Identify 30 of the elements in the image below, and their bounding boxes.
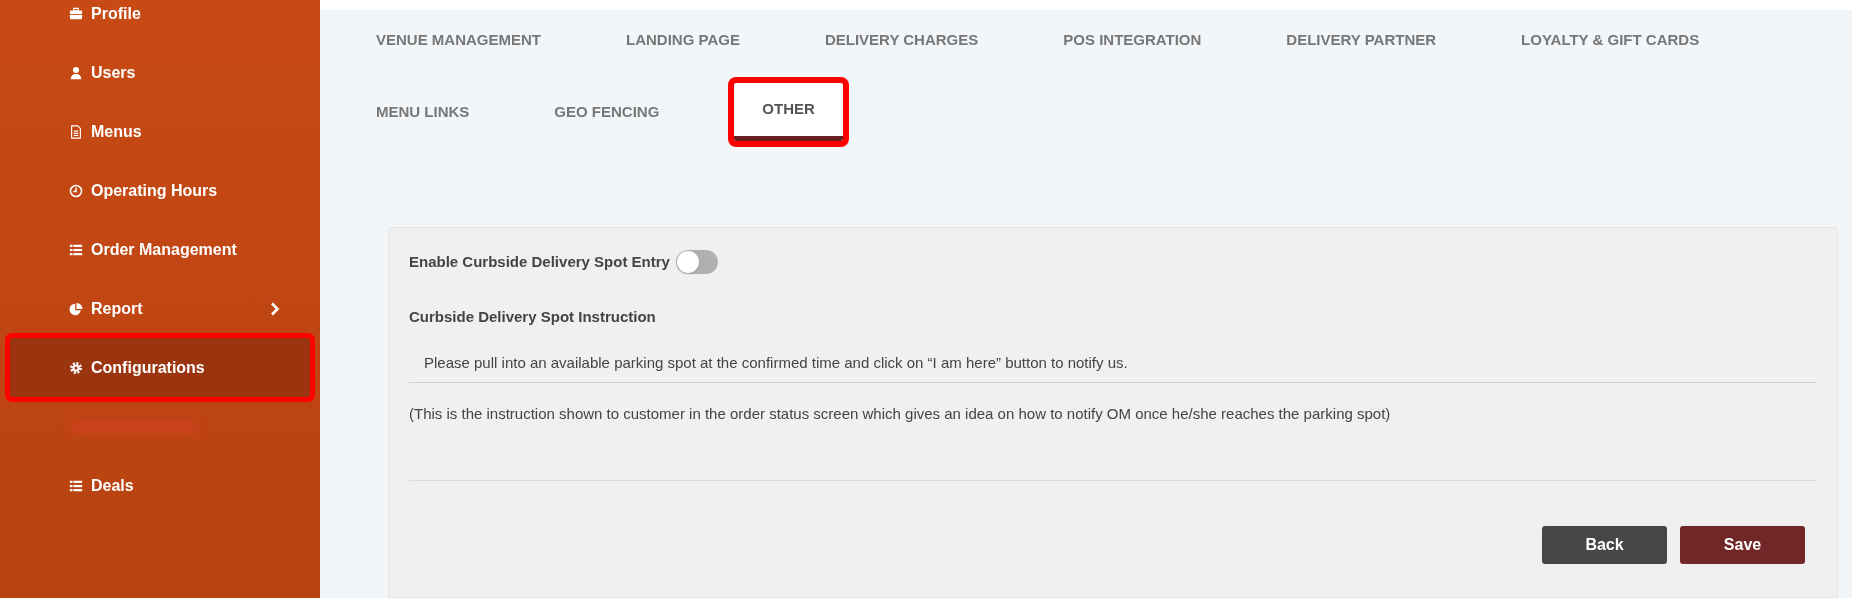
- user-icon: [69, 65, 83, 80]
- sidebar-item[interactable]: Order Management: [10, 220, 310, 279]
- tab[interactable]: LANDING PAGE: [616, 11, 815, 69]
- sidebar-item[interactable]: Users: [10, 43, 310, 102]
- list-icon: [69, 478, 83, 493]
- sidebar-item[interactable]: Operating Hours: [10, 161, 310, 220]
- briefcase-icon: [69, 6, 83, 21]
- tab[interactable]: DELIVERY PARTNER: [1276, 11, 1512, 69]
- save-button[interactable]: Save: [1680, 526, 1805, 564]
- toggle-label: Enable Curbside Delivery Spot Entry: [409, 251, 670, 272]
- settings-icon: [69, 360, 83, 375]
- tab[interactable]: LOYALTY & GIFT CARDS: [1511, 11, 1775, 69]
- toggle-switch[interactable]: [675, 250, 718, 274]
- sidebar-item[interactable]: Deals: [10, 456, 310, 515]
- document-icon: [69, 124, 83, 139]
- instruction-field[interactable]: Please pull into an available parking spot at the confirmed time and click on “I am here” button to notify us.: [409, 342, 1817, 383]
- help-text: (This is the instruction shown to customer in the order status screen which gives an idea on how to notify OM once he/she reaches the parking spot): [409, 403, 1392, 424]
- sidebar-item[interactable]: Menus: [10, 102, 310, 161]
- list-icon: [69, 242, 83, 257]
- tab[interactable]: POS INTEGRATION: [1053, 11, 1277, 69]
- clock-icon: [69, 183, 83, 198]
- tab[interactable]: VENUE MANAGEMENT: [366, 11, 616, 69]
- pie-chart-icon: [69, 301, 83, 316]
- tab[interactable]: MENU LINKS: [366, 83, 545, 141]
- sidebar-item[interactable]: Report: [10, 279, 310, 338]
- tab[interactable]: DELIVERY CHARGES: [814, 11, 1054, 69]
- tab[interactable]: GEO FENCING: [544, 83, 735, 141]
- sidebar-item[interactable]: Profile: [10, 0, 310, 43]
- back-button[interactable]: Back: [1542, 526, 1667, 564]
- field-label: Curbside Delivery Spot Instruction: [409, 307, 657, 327]
